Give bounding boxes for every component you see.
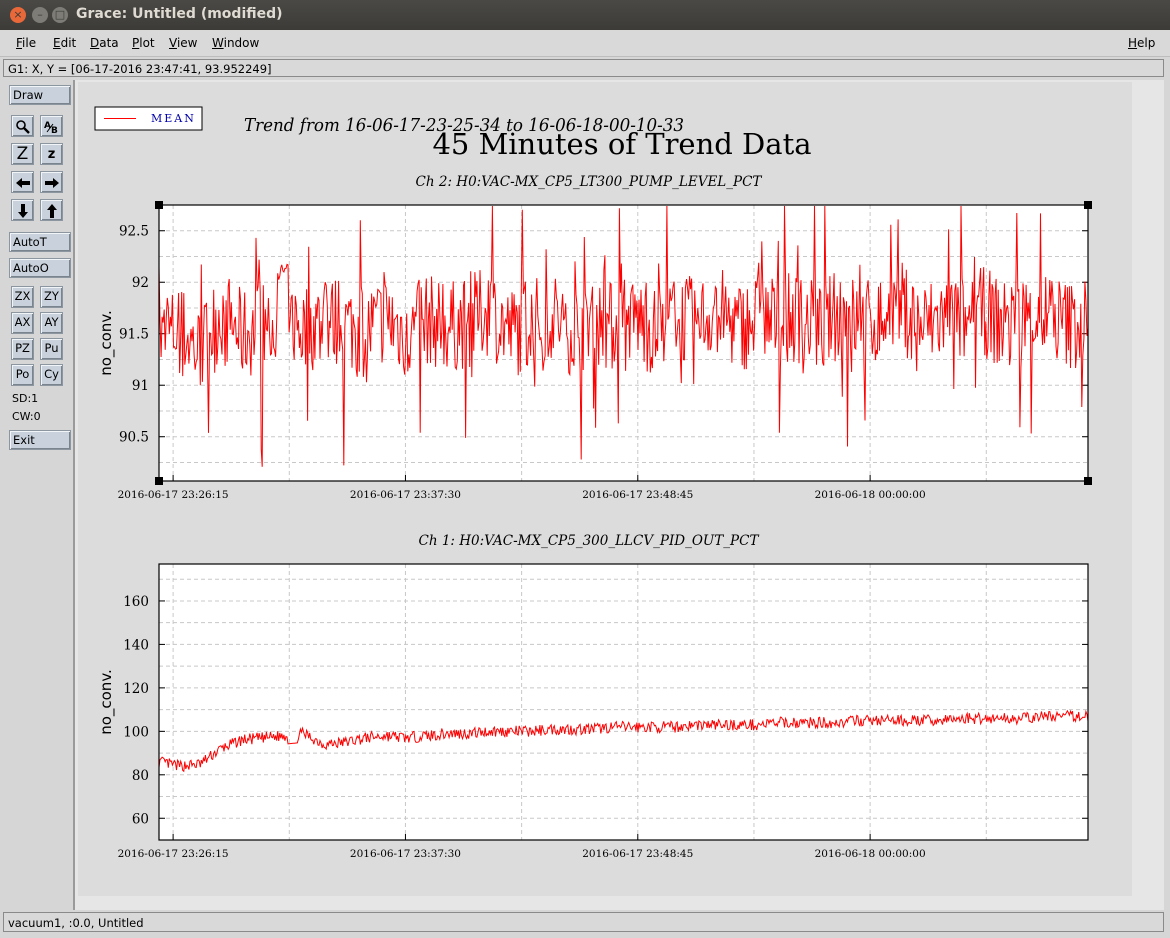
menu-file[interactable]: File — [16, 36, 36, 50]
minimize-icon[interactable]: – — [32, 7, 48, 23]
text-ab-icon: AB — [44, 121, 58, 135]
autoo-button[interactable]: AutoO — [9, 258, 71, 278]
ay-button[interactable]: AY — [40, 312, 63, 334]
canvas-right-margin — [1133, 82, 1164, 896]
cy-button[interactable]: Cy — [40, 364, 63, 386]
scroll-left-button[interactable] — [11, 171, 34, 193]
pz-button[interactable]: PZ — [11, 338, 34, 360]
po-button[interactable]: Po — [11, 364, 34, 386]
menu-view[interactable]: View — [169, 36, 197, 50]
menubar: File Edit Data Plot View Window Help — [0, 30, 1170, 57]
status-bar: vacuum1, :0.0, Untitled — [3, 912, 1164, 932]
window-titlebar: × – □ Grace: Untitled (modified) — [0, 0, 1170, 30]
menu-edit[interactable]: Edit — [53, 36, 76, 50]
zx-button[interactable]: ZX — [11, 286, 34, 308]
arrow-left-icon — [16, 178, 30, 188]
locator-readout: G1: X, Y = [06-17-2016 23:47:41, 93.9522… — [3, 59, 1164, 77]
autot-button[interactable]: AutoT — [9, 232, 71, 252]
window-title: Grace: Untitled (modified) — [76, 6, 283, 22]
zoom-in-button[interactable]: Z — [11, 143, 34, 165]
draw-button[interactable]: Draw — [9, 85, 71, 105]
menu-data[interactable]: Data — [90, 36, 119, 50]
scroll-down-button[interactable] — [11, 199, 34, 221]
z-large-icon: Z — [16, 144, 29, 164]
autoscale-text-button[interactable]: AB — [40, 115, 63, 137]
menu-window[interactable]: Window — [212, 36, 259, 50]
ax-button[interactable]: AX — [11, 312, 34, 334]
scroll-up-button[interactable] — [40, 199, 63, 221]
close-icon[interactable]: × — [10, 7, 26, 23]
current-world-readout: CW:0 — [12, 410, 41, 423]
magnifier-icon — [16, 120, 30, 134]
arrow-down-icon — [18, 204, 28, 218]
svg-text:A: A — [44, 121, 51, 131]
tool-panel: Draw AB Z z AutoT AutoO ZX ZY AX AY PZ P… — [2, 80, 75, 910]
arrow-right-icon — [45, 178, 59, 188]
zy-button[interactable]: ZY — [40, 286, 63, 308]
set-display-readout: SD:1 — [12, 392, 39, 405]
svg-text:B: B — [51, 126, 58, 135]
menu-plot[interactable]: Plot — [132, 36, 155, 50]
z-small-icon: z — [47, 147, 56, 162]
menu-help[interactable]: Help — [1128, 36, 1155, 50]
pu-button[interactable]: Pu — [40, 338, 63, 360]
exit-button[interactable]: Exit — [9, 430, 71, 450]
maximize-icon[interactable]: □ — [52, 7, 68, 23]
arrow-up-icon — [47, 204, 57, 218]
plot-page[interactable] — [78, 82, 1132, 896]
zoom-out-button[interactable]: z — [40, 143, 63, 165]
zoom-button[interactable] — [11, 115, 34, 137]
scroll-right-button[interactable] — [40, 171, 63, 193]
